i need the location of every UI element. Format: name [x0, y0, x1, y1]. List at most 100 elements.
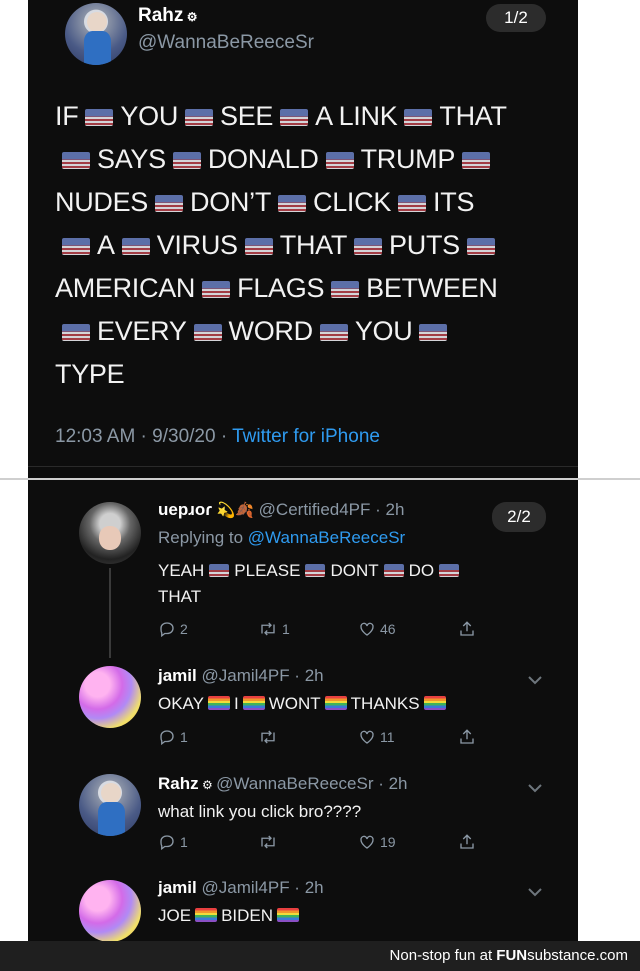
reply-avatar[interactable] — [79, 880, 141, 941]
reply-count: 1 — [180, 834, 188, 850]
reply-button[interactable]: 1 — [158, 833, 188, 851]
us-flag-emoji — [462, 152, 491, 169]
like-count: 46 — [380, 621, 396, 637]
retweet-button[interactable]: 1 — [258, 620, 290, 638]
reply-header: jamil @Jamil4PF · 2h — [158, 878, 324, 898]
reply-count: 2 — [180, 621, 188, 637]
reply-icon — [160, 622, 174, 638]
us-flag-emoji — [244, 238, 273, 255]
word: YOU — [354, 316, 413, 346]
replying-prefix: Replying to — [158, 528, 248, 547]
us-flag-emoji — [354, 238, 383, 255]
tweet-text: IF YOU SEE A LINK THAT SAYS DONALD TRUMP NUDES DO… — [55, 95, 575, 396]
word: YOU — [120, 101, 179, 131]
author-handle[interactable]: @WannaBeReeceSr — [138, 32, 314, 54]
footer-text[interactable]: Non-stop fun at FUNsubstance.com — [390, 947, 628, 964]
share-button[interactable] — [458, 833, 476, 851]
replying-mention[interactable]: @WannaBeReeceSr — [248, 528, 405, 547]
like-icon — [360, 622, 374, 636]
reply-menu[interactable] — [528, 884, 542, 897]
word: OKAY — [158, 694, 204, 713]
us-flag-emoji — [193, 324, 222, 341]
reply-author-handle[interactable]: @Jamil4PF · 2h — [201, 878, 323, 897]
share-icon — [460, 729, 474, 744]
reply-avatar[interactable] — [79, 774, 141, 836]
us-flag-emoji — [325, 152, 354, 169]
word: BETWEEN — [366, 273, 498, 303]
word: THANKS — [350, 694, 420, 713]
reply-avatar[interactable] — [79, 666, 141, 728]
word: IF — [55, 101, 79, 131]
tweet-line: EVERY WORD YOU — [55, 310, 575, 353]
word: PLEASE — [234, 561, 301, 580]
word: VIRUS — [156, 230, 238, 260]
reply-author-handle[interactable]: @WannaBeReeceSr · 2h — [216, 774, 407, 793]
tweet-source-link[interactable]: Twitter for iPhone — [232, 426, 380, 447]
word: NUDES — [55, 187, 149, 217]
author-emoji: ⚙ — [183, 10, 198, 24]
reply-author-handle[interactable]: @Certified4PF · 2h — [259, 500, 405, 519]
like-icon — [360, 730, 374, 744]
us-flag-emoji — [398, 195, 427, 212]
reply-author-handle[interactable]: @Jamil4PF · 2h — [201, 666, 323, 685]
rainbow-flag-emoji — [242, 696, 265, 710]
reply-button[interactable]: 1 — [158, 728, 188, 746]
reply-line: THAT — [158, 587, 202, 606]
retweet-icon — [261, 730, 275, 744]
word: I — [233, 694, 239, 713]
author-name[interactable]: Rahz ⚙ — [138, 5, 198, 27]
tweet-line: IF YOU SEE A LINK THAT — [55, 95, 575, 138]
reply-button[interactable]: 2 — [158, 620, 188, 638]
us-flag-emoji — [383, 564, 404, 577]
share-button[interactable] — [458, 728, 476, 746]
word: TYPE — [55, 359, 125, 389]
us-flag-emoji — [439, 564, 460, 577]
reply-author-name[interactable]: Rahz — [158, 774, 199, 793]
like-button[interactable]: 11 — [358, 728, 395, 746]
word: CLICK — [313, 187, 392, 217]
like-count: 11 — [380, 729, 395, 745]
reply-avatar[interactable] — [79, 502, 141, 564]
word: BIDEN — [221, 906, 274, 925]
reply-menu[interactable] — [528, 780, 542, 793]
retweet-icon — [261, 622, 275, 636]
share-icon — [460, 834, 474, 849]
word: AMERICAN — [55, 273, 196, 303]
reply-author-name[interactable]: uepɹoɾ — [158, 500, 212, 519]
us-flag-emoji — [85, 109, 114, 126]
word: DO — [408, 561, 435, 580]
us-flag-emoji — [319, 324, 348, 341]
page-counter-badge: 1/2 — [486, 4, 546, 32]
author-avatar[interactable] — [65, 3, 127, 65]
share-button[interactable] — [458, 620, 476, 638]
site-footer: Non-stop fun at FUNsubstance.com — [0, 941, 640, 971]
share-icon — [460, 621, 474, 636]
reply-line: YEAH PLEASE DONT DO — [158, 558, 558, 584]
tweet-meta: 12:03 AM · 9/30/20 · Twitter for iPhone — [55, 426, 380, 448]
tweet-timestamp: 12:03 AM · 9/30/20 · — [55, 426, 233, 447]
retweet-icon — [261, 835, 275, 849]
reply-line: JOE BIDEN — [158, 903, 558, 929]
reply-author-name[interactable]: jamil — [158, 878, 197, 897]
reply-header: jamil @Jamil4PF · 2h — [158, 666, 324, 686]
reply-menu[interactable] — [528, 672, 542, 685]
word: ITS — [433, 187, 475, 217]
like-button[interactable]: 46 — [358, 620, 396, 638]
us-flag-emoji — [280, 109, 309, 126]
retweet-button[interactable] — [258, 833, 278, 851]
chevron-down-icon — [528, 888, 542, 897]
footer-prefix: Non-stop fun at — [389, 947, 497, 964]
like-button[interactable]: 19 — [358, 833, 396, 851]
chevron-down-icon — [528, 784, 542, 793]
chevron-down-icon — [528, 676, 542, 685]
us-flag-emoji — [278, 195, 307, 212]
us-flag-emoji — [62, 238, 90, 255]
us-flag-emoji — [331, 281, 360, 298]
page-counter-badge-2: 2/2 — [492, 502, 546, 532]
reply-author-name[interactable]: jamil — [158, 666, 197, 685]
word: SEE — [220, 101, 274, 131]
word: A — [97, 230, 115, 260]
reply-text: YEAH PLEASE DONT DO THAT — [158, 558, 558, 610]
retweet-button[interactable] — [258, 728, 278, 746]
word: WONT — [268, 694, 321, 713]
